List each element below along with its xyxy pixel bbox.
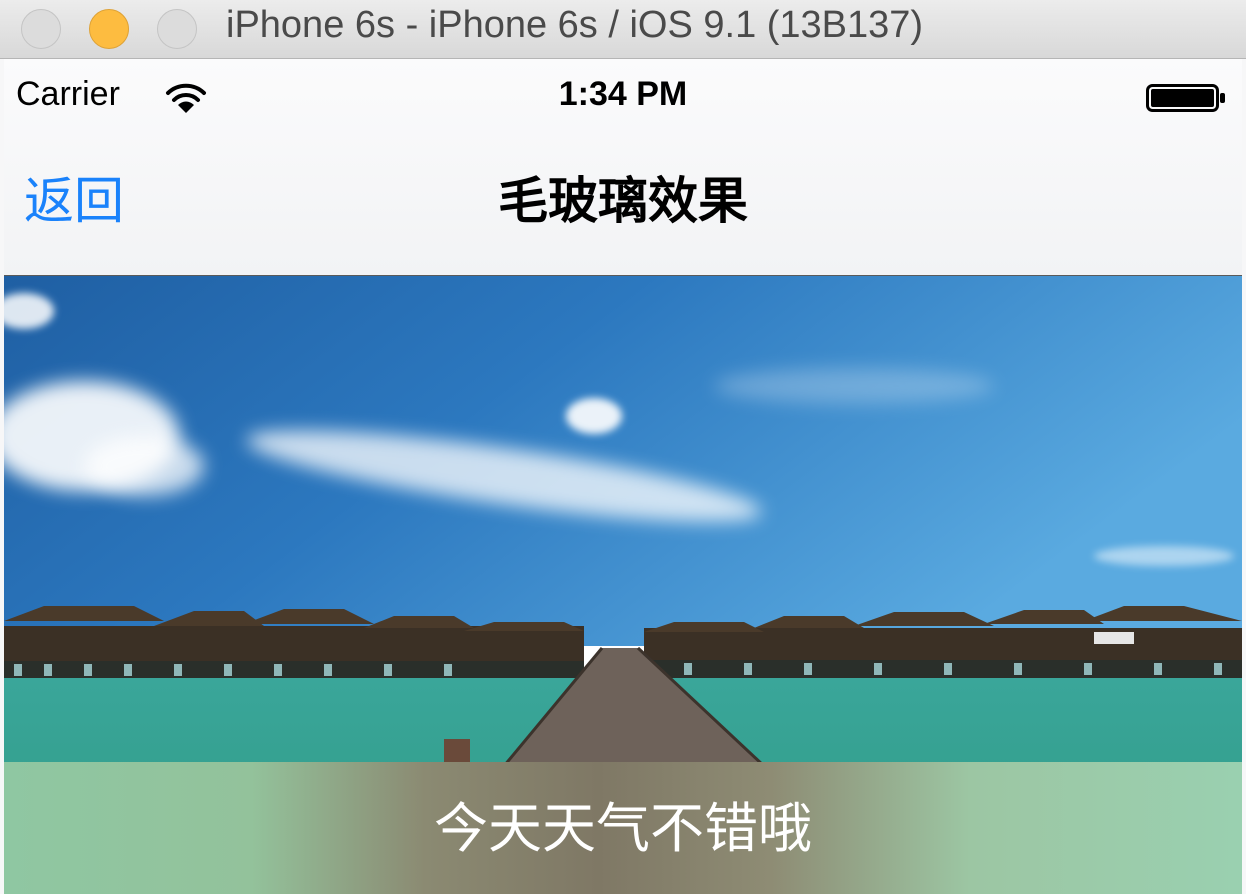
overlay-label: 今天天气不错哦 bbox=[434, 797, 812, 860]
window-title: iPhone 6s - iPhone 6s / iOS 9.1 (13B137) bbox=[226, 4, 924, 46]
battery-icon bbox=[1146, 84, 1225, 112]
minimize-window-button[interactable] bbox=[89, 9, 129, 49]
nav-title: 毛玻璃效果 bbox=[498, 172, 748, 230]
simulator-titlebar: iPhone 6s - iPhone 6s / iOS 9.1 (13B137) bbox=[0, 0, 1246, 59]
close-window-button[interactable] bbox=[21, 9, 61, 49]
status-time: 1:34 PM bbox=[558, 75, 688, 113]
zoom-window-button[interactable] bbox=[157, 9, 197, 49]
ios-screen: Carrier 1:34 PM 返回 毛玻璃效果 今天天气不错哦 bbox=[4, 59, 1242, 894]
navigation-bar: Carrier 1:34 PM 返回 毛玻璃效果 bbox=[4, 59, 1242, 276]
